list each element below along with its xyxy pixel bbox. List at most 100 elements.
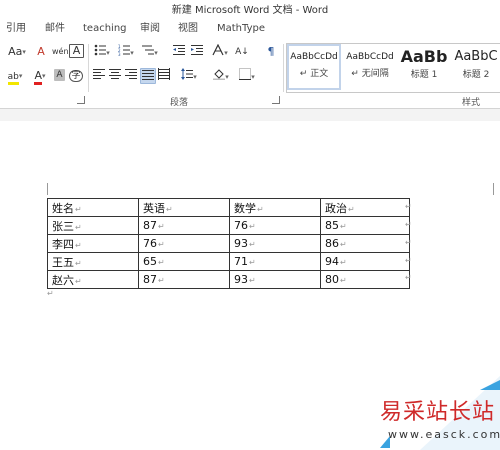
align-left-icon — [93, 69, 105, 79]
cell-text: 71 — [234, 255, 248, 268]
distributed-button[interactable] — [157, 68, 171, 84]
cell-end-mark: ↵ — [75, 222, 82, 232]
paint-bucket-icon — [213, 69, 226, 80]
ribbon: Aa▾ A wén A ab▾ A▾ A 字 ▾ 1 2 3 ▾ ▾ ▾ A↓ ¶ ▾ — [0, 38, 500, 109]
style-name: 标题 2 — [462, 70, 490, 80]
cell-end-mark: ↵ — [158, 258, 165, 267]
justify-button[interactable] — [140, 68, 156, 84]
align-center-button[interactable] — [108, 68, 122, 84]
table-row: 张三↵ 87↵ 76↵ 85↵ — [47, 216, 410, 235]
watermark-name: 易采站长站 — [380, 400, 496, 425]
table-header-cell[interactable]: 英语↵ — [138, 198, 230, 217]
group-separator — [283, 44, 284, 92]
highlight-color-button[interactable]: ab▾ — [4, 68, 26, 85]
increase-indent-button[interactable] — [190, 44, 204, 60]
clear-formatting-button[interactable]: A — [34, 44, 48, 60]
increase-indent-icon — [191, 45, 203, 55]
bullets-button[interactable]: ▾ — [92, 44, 112, 60]
table-header-cell[interactable]: 数学↵ — [229, 198, 321, 217]
highlight-icon: ab — [7, 72, 19, 85]
align-right-button[interactable] — [124, 68, 138, 84]
chevron-down-icon: ▾ — [42, 72, 46, 80]
ribbon-bottom-gutter — [0, 109, 500, 121]
style-heading-2[interactable]: AaBbC 标题 2 — [451, 44, 500, 90]
cell-end-mark: ↵ — [75, 240, 82, 250]
cell-end-mark: ↵ — [158, 276, 165, 285]
chinese-layout-icon — [212, 43, 224, 56]
change-case-button[interactable]: Aa▾ — [6, 44, 28, 60]
shading-button[interactable]: ▾ — [210, 68, 232, 84]
chevron-down-icon: ▾ — [154, 49, 158, 57]
cell-text: 94 — [325, 255, 339, 268]
chinese-layout-button[interactable]: ▾ — [210, 43, 230, 60]
enclose-characters-button[interactable]: 字 — [69, 68, 83, 84]
table-cell[interactable]: 87↵ — [138, 216, 230, 235]
cell-text: 政治 — [325, 201, 347, 215]
clear-formatting-label: A — [37, 45, 45, 58]
table-cell[interactable]: 86↵ — [320, 234, 410, 253]
line-spacing-button[interactable]: ▾ — [178, 68, 200, 84]
cell-end-mark: ↵ — [249, 258, 256, 267]
multilevel-list-button[interactable]: ▾ — [140, 44, 160, 60]
table-header-row: 姓名↵ 英语↵ 数学↵ 政治↵ — [47, 198, 410, 217]
table-row: 李四↵ 76↵ 93↵ 86↵ — [47, 234, 410, 253]
table-cell[interactable]: 赵六↵ — [47, 270, 139, 289]
table-cell[interactable]: 85↵ — [320, 216, 410, 235]
table-cell[interactable]: 王五↵ — [47, 252, 139, 271]
borders-button[interactable]: ▾ — [236, 68, 258, 84]
table-cell[interactable]: 76↵ — [138, 234, 230, 253]
cell-end-mark: ↵ — [166, 204, 173, 214]
cell-end-mark: ↵ — [257, 204, 264, 214]
tab-mailings[interactable]: 邮件 — [45, 20, 65, 38]
tab-review[interactable]: 审阅 — [140, 20, 160, 38]
borders-icon — [239, 68, 252, 80]
table-cell[interactable]: 87↵ — [138, 270, 230, 289]
style-normal[interactable]: AaBbCcDd ↵ 正文 — [287, 44, 341, 90]
chevron-down-icon: ▾ — [225, 73, 229, 81]
paragraph-dialog-launcher-icon[interactable] — [272, 96, 280, 104]
tab-references[interactable]: 引用 — [6, 20, 26, 38]
sort-icon: A↓ — [235, 47, 249, 57]
cell-text: 65 — [143, 255, 157, 268]
table-cell[interactable]: 71↵ — [229, 252, 321, 271]
table-cell[interactable]: 94↵ — [320, 252, 410, 271]
chevron-down-icon: ▾ — [22, 48, 26, 56]
align-right-icon — [125, 69, 137, 79]
cell-text: 93 — [234, 237, 248, 250]
score-table[interactable]: 姓名↵ 英语↵ 数学↵ 政治↵ 张三↵ 87↵ 76↵ 85↵ 李四↵ 76↵ … — [47, 198, 410, 289]
character-shading-button[interactable]: A — [54, 69, 65, 81]
sort-button[interactable]: A↓ — [235, 44, 249, 60]
style-name: ↵ 无间隔 — [351, 69, 389, 79]
change-case-label: Aa — [8, 45, 23, 58]
style-preview: AaBbCcDd — [346, 52, 394, 62]
table-cell[interactable]: 李四↵ — [47, 234, 139, 253]
bullets-icon — [94, 44, 107, 56]
table-cell[interactable]: 80↵ — [320, 270, 410, 289]
table-header-cell[interactable]: 政治↵ — [320, 198, 410, 217]
table-cell[interactable]: 76↵ — [229, 216, 321, 235]
cell-end-mark: ↵ — [340, 240, 347, 249]
style-no-spacing[interactable]: AaBbCcDd ↵ 无间隔 — [343, 44, 397, 90]
tab-mathtype[interactable]: MathType — [217, 20, 265, 38]
show-marks-button[interactable]: ¶ — [265, 44, 277, 60]
font-color-button[interactable]: A▾ — [30, 68, 50, 85]
tab-view[interactable]: 视图 — [178, 20, 198, 38]
cell-text: 赵六 — [52, 273, 74, 287]
phonetic-guide-button[interactable]: wén — [52, 44, 69, 60]
table-cell[interactable]: 65↵ — [138, 252, 230, 271]
cell-end-mark: ↵ — [340, 222, 347, 231]
decrease-indent-button[interactable] — [172, 44, 186, 60]
table-header-cell[interactable]: 姓名↵ — [47, 198, 139, 217]
tab-teaching[interactable]: teaching — [83, 20, 127, 38]
table-cell[interactable]: 张三↵ — [47, 216, 139, 235]
cell-text: 93 — [234, 273, 248, 286]
table-cell[interactable]: 93↵ — [229, 270, 321, 289]
numbering-button[interactable]: 1 2 3 ▾ — [116, 44, 136, 60]
table-cell[interactable]: 93↵ — [229, 234, 321, 253]
cell-end-mark: ↵ — [75, 204, 82, 214]
font-dialog-launcher-icon[interactable] — [77, 96, 85, 104]
align-center-icon — [109, 69, 121, 79]
style-heading-1[interactable]: AaBb 标题 1 — [399, 44, 449, 90]
character-border-button[interactable]: A — [69, 44, 84, 58]
align-left-button[interactable] — [92, 68, 106, 84]
